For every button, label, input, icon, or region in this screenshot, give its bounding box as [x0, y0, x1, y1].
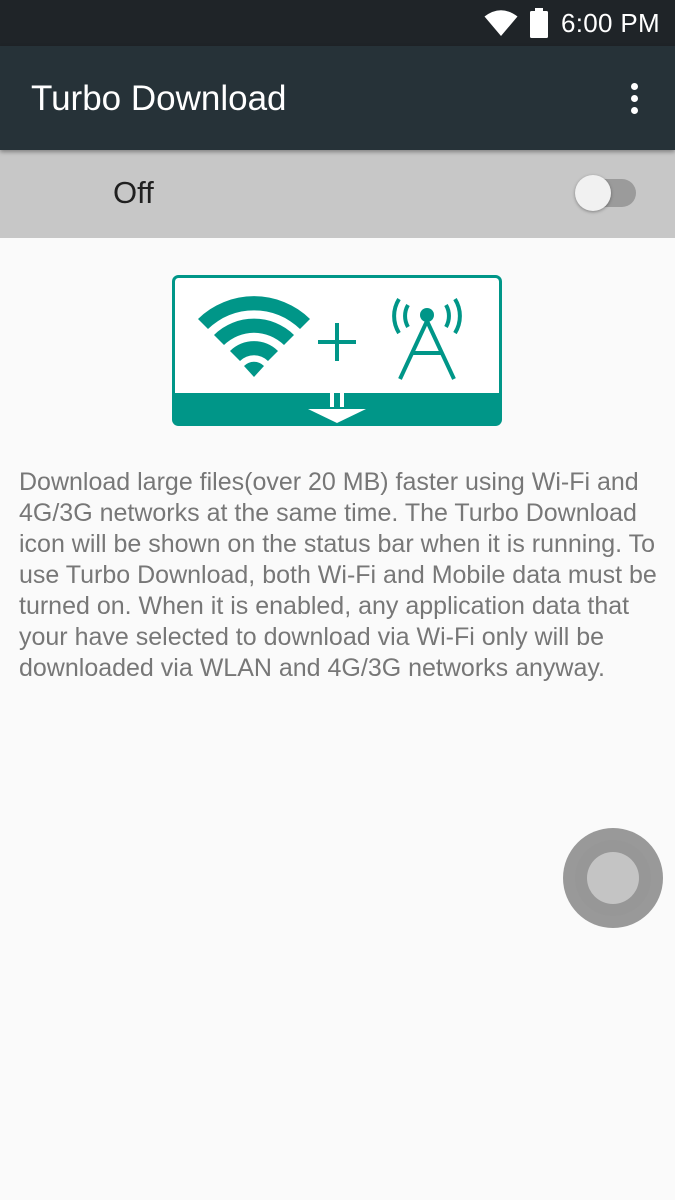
overflow-dot [630, 106, 638, 114]
overflow-dot [630, 82, 638, 90]
assistive-touch-icon[interactable] [563, 828, 663, 928]
overflow-dot [630, 94, 638, 102]
status-time: 6:00 PM [561, 8, 660, 38]
page-title: Turbo Download [31, 79, 287, 118]
toggle-switch[interactable] [575, 175, 611, 211]
master-switch-row[interactable]: Off [0, 150, 675, 238]
battery-icon [530, 8, 548, 38]
description-text: Download large files(over 20 MB) faster … [19, 468, 657, 682]
switch-label: Off [113, 175, 154, 210]
wifi-icon [484, 10, 518, 36]
assistive-touch-core [587, 852, 639, 904]
status-bar: 6:00 PM [0, 0, 675, 46]
turbo-download-illustration [172, 275, 502, 426]
more-vert-icon[interactable] [614, 76, 654, 120]
app-bar: Turbo Download [0, 46, 675, 150]
